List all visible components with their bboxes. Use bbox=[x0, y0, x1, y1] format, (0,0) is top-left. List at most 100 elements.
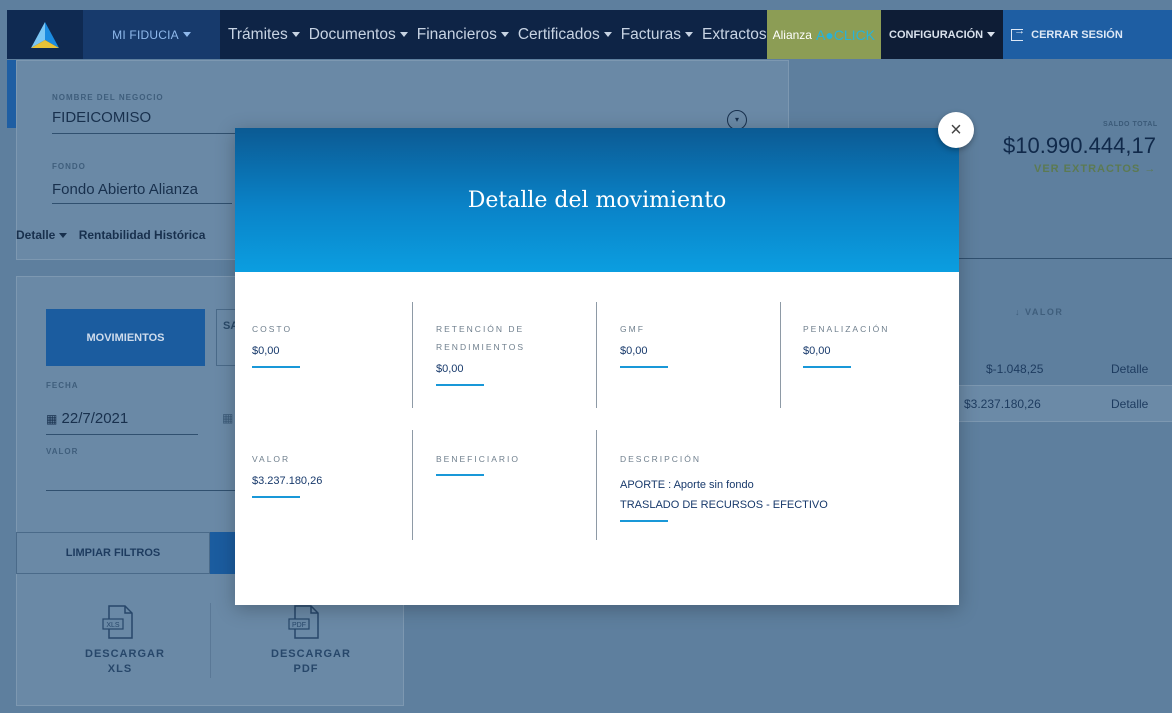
logout-label: CERRAR SESIÓN bbox=[1031, 28, 1123, 41]
active-indicator bbox=[7, 60, 16, 128]
movimientos-button[interactable]: MOVIMIENTOS bbox=[46, 309, 205, 366]
gmf-field: GMF $0,00 bbox=[620, 320, 668, 368]
negocio-dropdown-icon[interactable]: ▾ bbox=[727, 110, 747, 130]
pdf-icon-text: PDF bbox=[292, 622, 306, 629]
saldo-label: SALDO TOTAL bbox=[1103, 121, 1158, 128]
chevron-down-icon bbox=[182, 32, 191, 37]
ver-extractos-link[interactable]: VER EXTRACTOS → bbox=[1034, 163, 1156, 175]
penalizacion-label: PENALIZACIÓN bbox=[803, 324, 890, 334]
tab-rentabilidad[interactable]: Rentabilidad Histórica bbox=[79, 228, 206, 242]
mi-fiducia-menu[interactable]: MI FIDUCIA bbox=[83, 10, 220, 59]
descripcion-line-1: APORTE : Aporte sin fondo bbox=[620, 479, 754, 491]
beneficiario-label: BENEFICIARIO bbox=[436, 454, 520, 464]
gmf-value: $0,00 bbox=[620, 345, 648, 357]
beneficiario-field: BENEFICIARIO bbox=[436, 450, 520, 476]
valor-label: VALOR bbox=[252, 454, 291, 464]
fondo-underline bbox=[52, 203, 232, 204]
menu-label: Documentos bbox=[308, 25, 396, 43]
descripcion-label: DESCRIPCIÓN bbox=[620, 454, 702, 464]
menu-item-extractos[interactable]: Extractos bbox=[702, 26, 767, 44]
costo-field: COSTO $0,00 bbox=[252, 320, 300, 368]
field-underline bbox=[252, 496, 300, 498]
fecha-label: FECHA bbox=[46, 381, 79, 390]
fecha-value: 22/7/2021 bbox=[61, 410, 129, 427]
field-underline bbox=[436, 474, 484, 476]
alianza-aoclick-button[interactable]: Alianza A●CLICK bbox=[766, 10, 882, 59]
tab-label: Detalle bbox=[16, 228, 56, 242]
valor-input[interactable] bbox=[46, 490, 236, 491]
chevron-down-icon bbox=[685, 31, 694, 37]
logout-icon bbox=[1011, 25, 1025, 41]
fecha-underline bbox=[46, 434, 198, 435]
chevron-down-icon bbox=[500, 31, 509, 37]
menu-item-facturas[interactable]: Facturas bbox=[620, 25, 694, 44]
chevron-down-icon bbox=[291, 31, 300, 37]
chevron-down-icon bbox=[399, 31, 408, 37]
column-divider bbox=[412, 302, 413, 408]
costo-label: COSTO bbox=[252, 324, 293, 334]
detalle-link[interactable]: Detalle bbox=[1111, 397, 1148, 411]
fecha-input[interactable]: ▦ 22/7/2021 bbox=[46, 410, 128, 427]
menu-label: Facturas bbox=[620, 25, 682, 43]
menu-label: Financieros bbox=[416, 25, 497, 43]
detalle-link[interactable]: Detalle bbox=[1111, 362, 1148, 376]
row-valor: $-1.048,25 bbox=[986, 362, 1044, 376]
column-divider bbox=[596, 302, 597, 408]
ver-extractos-label: VER EXTRACTOS bbox=[1034, 163, 1141, 175]
aoclick-brand: A●CLICK bbox=[815, 26, 876, 43]
negocio-tabs: Detalle Rentabilidad Histórica bbox=[16, 228, 205, 242]
tab-detalle[interactable]: Detalle bbox=[16, 228, 68, 242]
pdf-label: DESCARGAR PDF bbox=[271, 648, 351, 675]
field-underline bbox=[803, 366, 851, 368]
menu-item-financieros[interactable]: Financieros bbox=[417, 26, 509, 44]
valor-header-label: VALOR bbox=[1025, 307, 1064, 317]
gmf-label: GMF bbox=[620, 324, 645, 334]
descripcion-line-2: TRASLADO DE RECURSOS - EFECTIVO bbox=[620, 499, 828, 511]
column-divider bbox=[596, 430, 597, 540]
field-underline bbox=[436, 384, 484, 386]
modal-title: Detalle del movimiento bbox=[467, 187, 727, 213]
descargar-pdf-button[interactable]: PDF DESCARGAR PDF bbox=[266, 605, 351, 677]
penalizacion-value: $0,00 bbox=[803, 345, 831, 357]
menu-item-tramites[interactable]: Trámites bbox=[228, 26, 300, 44]
penalizacion-field: PENALIZACIÓN $0,00 bbox=[803, 320, 889, 368]
valor-column-header[interactable]: ↓ VALOR bbox=[1015, 307, 1063, 317]
table-row: $-1.048,25 Detalle bbox=[959, 352, 1172, 386]
chevron-down-icon bbox=[59, 233, 68, 239]
row-valor: $3.237.180,26 bbox=[964, 397, 1041, 411]
alianza-logo[interactable] bbox=[7, 10, 83, 59]
detalle-movimiento-modal: Detalle del movimiento COSTO $0,00 RETEN… bbox=[235, 128, 959, 605]
close-icon: × bbox=[950, 118, 962, 141]
limpiar-filtros-button[interactable]: LIMPIAR FILTROS bbox=[16, 532, 210, 574]
column-divider bbox=[412, 430, 413, 540]
config-label: CONFIGURACIÓN bbox=[889, 28, 984, 41]
calendar-icon: ▦ bbox=[46, 412, 58, 426]
arrow-right-icon: → bbox=[1144, 163, 1157, 175]
aoclick-prefix: Alianza bbox=[772, 27, 812, 42]
costo-value: $0,00 bbox=[252, 345, 280, 357]
configuracion-menu[interactable]: CONFIGURACIÓN bbox=[881, 10, 1004, 59]
retencion-value: $0,00 bbox=[436, 363, 464, 375]
retencion-label: RETENCIÓN DE RENDIMIENTOS bbox=[436, 324, 526, 352]
negocio-value[interactable]: FIDEICOMISO bbox=[52, 109, 151, 126]
fondo-value[interactable]: Fondo Abierto Alianza bbox=[52, 181, 198, 198]
close-modal-button[interactable]: × bbox=[938, 112, 974, 148]
saldo-divider bbox=[959, 258, 1172, 259]
mi-fiducia-label: MI FIDUCIA bbox=[112, 27, 179, 42]
menu-item-certificados[interactable]: Certificados bbox=[518, 26, 612, 44]
calendar-icon[interactable]: ▦ bbox=[222, 411, 233, 425]
menu-label: Trámites bbox=[228, 25, 288, 43]
valor-value: $3.237.180,26 bbox=[252, 475, 323, 487]
saldo-value: $10.990.444,17 bbox=[1003, 133, 1156, 158]
menu-item-documentos[interactable]: Documentos bbox=[309, 26, 408, 44]
descargar-xls-button[interactable]: XLS DESCARGAR XLS bbox=[80, 605, 165, 677]
alianza-logo-icon bbox=[31, 21, 59, 48]
xls-label: DESCARGAR XLS bbox=[85, 648, 165, 675]
fondo-label: FONDO bbox=[52, 162, 86, 171]
buscar-button[interactable] bbox=[210, 532, 235, 574]
modal-header: Detalle del movimiento bbox=[235, 128, 959, 272]
chevron-down-icon bbox=[603, 31, 612, 37]
top-nav: MI FIDUCIA Trámites Documentos Financier… bbox=[7, 10, 1172, 59]
retencion-field: RETENCIÓN DE RENDIMIENTOS $0,00 bbox=[436, 320, 566, 386]
cerrar-sesion-button[interactable]: CERRAR SESIÓN bbox=[1003, 10, 1172, 59]
